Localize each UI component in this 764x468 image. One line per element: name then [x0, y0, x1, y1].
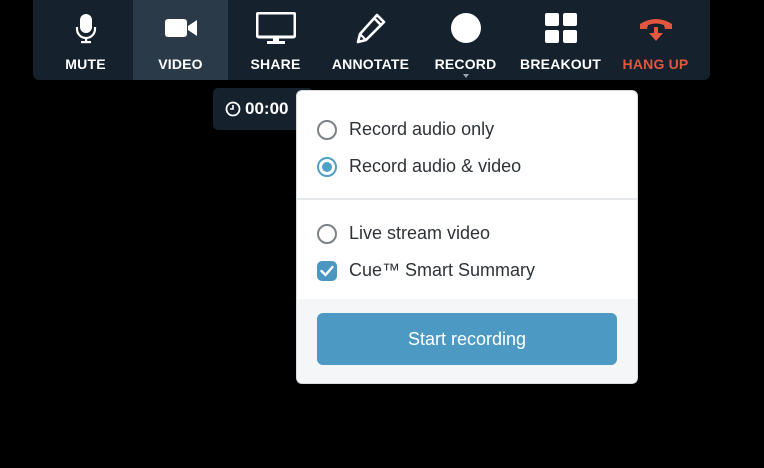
- record-label: RECORD: [434, 56, 497, 72]
- record-audio-only-option[interactable]: Record audio only: [297, 111, 637, 148]
- record-button[interactable]: RECORD: [418, 0, 513, 80]
- share-label: SHARE: [250, 56, 301, 72]
- microphone-icon: [74, 0, 98, 56]
- mute-label: MUTE: [65, 56, 106, 72]
- smart-summary-option[interactable]: Cue™ Smart Summary: [297, 252, 637, 289]
- option-label: Cue™ Smart Summary: [349, 260, 536, 280]
- option-label: Record audio & video: [349, 156, 522, 176]
- video-camera-icon: [164, 0, 198, 56]
- clock-icon: [225, 101, 241, 117]
- popup-footer: Start recording: [297, 299, 637, 383]
- hang-up-label: HANG UP: [622, 56, 689, 72]
- radio-unselected[interactable]: [317, 119, 337, 140]
- breakout-label: BREAKOUT: [520, 56, 601, 72]
- record-circle-icon: [450, 0, 482, 56]
- hang-up-phone-icon: [638, 0, 674, 56]
- grid-icon: [544, 0, 578, 56]
- checkmark-icon: [320, 265, 334, 276]
- pencil-icon: [355, 0, 387, 56]
- hang-up-button[interactable]: HANG UP: [608, 0, 703, 80]
- caret-down-icon: [462, 74, 469, 78]
- monitor-icon: [255, 0, 296, 56]
- record-mode-section: Record audio only Record audio & video: [297, 91, 637, 185]
- option-label: Live stream video: [349, 223, 491, 243]
- video-label: VIDEO: [158, 56, 203, 72]
- video-button[interactable]: VIDEO: [133, 0, 228, 80]
- mute-button[interactable]: MUTE: [38, 0, 133, 80]
- checkbox-unchecked[interactable]: [317, 223, 337, 244]
- record-options-popup: Record audio only Record audio & video L…: [296, 90, 638, 384]
- extras-section: Live stream video Cue™ Smart Summary: [297, 200, 637, 289]
- checkbox-checked[interactable]: [317, 260, 337, 281]
- record-audio-video-option[interactable]: Record audio & video: [297, 148, 637, 185]
- start-recording-button[interactable]: Start recording: [317, 313, 617, 365]
- breakout-button[interactable]: BREAKOUT: [513, 0, 608, 80]
- annotate-button[interactable]: ANNOTATE: [323, 0, 418, 80]
- share-button[interactable]: SHARE: [228, 0, 323, 80]
- option-label: Record audio only: [349, 119, 495, 139]
- radio-selected[interactable]: [317, 156, 337, 177]
- timer-value: 00:00: [245, 99, 289, 118]
- meeting-toolbar: MUTE VIDEO SHARE ANNOTATE RECORD BREAKOU…: [33, 0, 710, 80]
- live-stream-option[interactable]: Live stream video: [297, 215, 637, 252]
- annotate-label: ANNOTATE: [331, 56, 410, 72]
